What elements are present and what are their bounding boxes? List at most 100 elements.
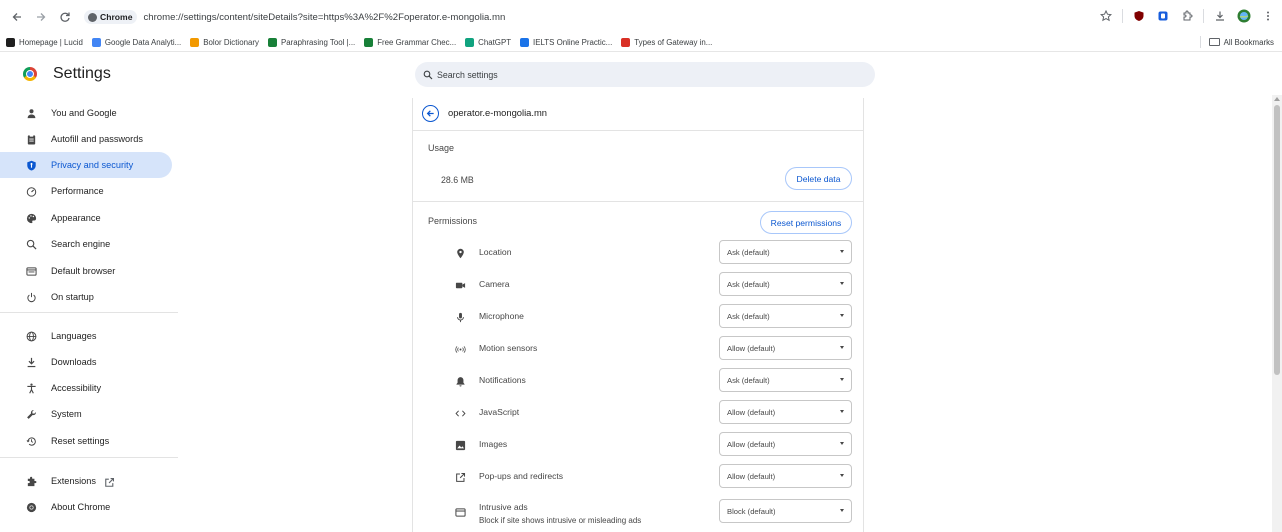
bookmark-star-icon[interactable] xyxy=(1098,8,1114,24)
sidebar-item-you-and-google[interactable]: You and Google xyxy=(14,100,172,126)
sidebar-item-label: Performance xyxy=(51,186,104,196)
bookmark-item[interactable]: ChatGPT xyxy=(465,37,512,47)
permission-row-microphone: Microphone Ask (default) xyxy=(413,301,863,333)
back-button[interactable] xyxy=(422,105,439,122)
more-menu-icon[interactable] xyxy=(1260,8,1276,24)
permission-select-value: Ask (default) xyxy=(727,279,770,289)
bookmark-item[interactable]: Free Grammar Chec... xyxy=(364,37,457,47)
profile-avatar-icon[interactable] xyxy=(1236,8,1252,24)
url-text[interactable]: chrome://settings/content/siteDetails?si… xyxy=(143,12,505,23)
bookmark-item[interactable]: Google Data Analyti... xyxy=(91,37,182,47)
back-arrow-icon xyxy=(426,110,434,117)
sidebar-item-accessibility[interactable]: Accessibility xyxy=(14,375,172,401)
permission-label: Microphone xyxy=(479,311,524,321)
sidebar-item-label: Reset settings xyxy=(51,436,110,446)
permission-select-images[interactable]: Allow (default) xyxy=(719,432,852,456)
download-icon xyxy=(25,356,37,368)
settings-sidebar: You and Google Autofill and passwords Priv… xyxy=(0,98,180,532)
delete-data-button[interactable]: Delete data xyxy=(785,167,852,190)
sidebar-item-performance[interactable]: Performance xyxy=(14,178,172,204)
back-arrow-icon[interactable] xyxy=(6,6,28,28)
location-pin-icon xyxy=(453,246,467,260)
sidebar-item-downloads[interactable]: Downloads xyxy=(14,349,172,375)
divider xyxy=(413,201,863,202)
sidebar-item-extensions[interactable]: Extensions xyxy=(14,468,172,494)
bookmark-label: Homepage | Lucid xyxy=(19,37,83,47)
permission-select-javascript[interactable]: Allow (default) xyxy=(719,400,852,424)
page-scrollbar[interactable] xyxy=(1272,95,1282,532)
permission-label: Notifications xyxy=(479,375,526,385)
ublock-extension-icon[interactable] xyxy=(1131,8,1147,24)
permission-select-microphone[interactable]: Ask (default) xyxy=(719,304,852,328)
scrollbar-thumb[interactable] xyxy=(1274,105,1280,375)
dropdown-caret-icon xyxy=(840,250,844,253)
sidebar-item-about-chrome[interactable]: About Chrome xyxy=(14,494,172,520)
bitwarden-extension-icon[interactable] xyxy=(1155,8,1171,24)
site-info-chip-label: Chrome xyxy=(100,12,133,22)
site-name: operator.e-mongolia.mn xyxy=(448,107,548,118)
permission-label: Camera xyxy=(479,279,510,289)
bookmark-favicon-icon xyxy=(364,37,374,47)
permission-select-intrusive-ads[interactable]: Block (default) xyxy=(719,499,852,523)
permissions-heading: Permissions xyxy=(428,216,478,226)
permission-select-notifications[interactable]: Ask (default) xyxy=(719,368,852,392)
permission-select-camera[interactable]: Ask (default) xyxy=(719,272,852,296)
permission-select-value: Ask (default) xyxy=(727,311,770,321)
sidebar-item-on-startup[interactable]: On startup xyxy=(14,284,172,310)
bookmark-label: ChatGPT xyxy=(478,37,512,47)
permission-select-pop-ups-and-redirects[interactable]: Allow (default) xyxy=(719,464,852,488)
bookmark-item[interactable]: Types of Gateway in... xyxy=(621,37,712,47)
search-settings-input[interactable] xyxy=(437,69,817,80)
sidebar-item-label: Accessibility xyxy=(51,383,102,393)
permission-sublabel: Block if site shows intrusive or mislead… xyxy=(479,516,642,525)
toolbar-separator xyxy=(1122,9,1123,23)
bookmark-favicon-icon xyxy=(91,37,101,47)
sidebar-item-reset-settings[interactable]: Reset settings xyxy=(14,428,172,454)
permission-select-location[interactable]: Ask (default) xyxy=(719,240,852,264)
extensions-puzzle-icon[interactable] xyxy=(1179,8,1195,24)
bookmark-item[interactable]: Bolor Dictionary xyxy=(190,37,259,47)
bookmarks-separator xyxy=(1199,36,1201,48)
search-settings-box[interactable] xyxy=(415,62,875,87)
permission-row-location: Location Ask (default) xyxy=(413,237,863,269)
reset-permissions-button[interactable]: Reset permissions xyxy=(760,211,852,234)
globe-icon xyxy=(25,330,37,342)
bookmark-item[interactable]: Paraphrasing Tool |... xyxy=(267,37,355,47)
sidebar-item-autofill-and-passwords[interactable]: Autofill and passwords xyxy=(14,126,172,152)
bookmark-item[interactable]: IELTS Online Practic... xyxy=(520,37,612,47)
page-title: Settings xyxy=(53,65,111,82)
reload-icon[interactable] xyxy=(54,6,76,28)
permission-select-value: Allow (default) xyxy=(727,407,776,417)
all-bookmarks-button[interactable]: All Bookmarks xyxy=(1199,36,1274,48)
search-icon xyxy=(25,238,37,250)
all-bookmarks-label: All Bookmarks xyxy=(1223,37,1274,47)
bookmark-label: Google Data Analyti... xyxy=(104,37,182,47)
permission-select-motion-sensors[interactable]: Allow (default) xyxy=(719,336,852,360)
sidebar-item-default-browser[interactable]: Default browser xyxy=(14,258,172,284)
scroll-up-arrow-icon[interactable] xyxy=(1274,97,1280,101)
sidebar-item-search-engine[interactable]: Search engine xyxy=(14,231,172,257)
clipboard-icon xyxy=(25,133,37,145)
sidebar-item-privacy-and-security[interactable]: Privacy and security xyxy=(0,152,172,178)
browser-toolbar: Chrome chrome://settings/content/siteDet… xyxy=(0,0,1282,33)
chrome-logo-icon xyxy=(23,67,37,81)
bookmark-item[interactable]: Homepage | Lucid xyxy=(6,37,83,47)
settings-header: Settings xyxy=(0,53,1282,95)
dropdown-caret-icon xyxy=(840,442,844,445)
address-bar[interactable]: Chrome chrome://settings/content/siteDet… xyxy=(84,6,1104,28)
dropdown-caret-icon xyxy=(840,282,844,285)
permission-row-javascript: JavaScript Allow (default) xyxy=(413,397,863,429)
sidebar-item-label: Default browser xyxy=(51,266,116,276)
bookmark-favicon-icon xyxy=(520,37,530,47)
sidebar-item-languages[interactable]: Languages xyxy=(14,323,172,349)
bookmark-label: Free Grammar Chec... xyxy=(377,37,457,47)
downloads-icon[interactable] xyxy=(1212,8,1228,24)
sidebar-item-appearance[interactable]: Appearance xyxy=(14,205,172,231)
sidebar-item-system[interactable]: System xyxy=(14,401,172,427)
sidebar-item-label: Privacy and security xyxy=(51,160,134,170)
bookmark-favicon-icon xyxy=(621,37,631,47)
site-info-chip[interactable]: Chrome xyxy=(84,10,138,24)
shield-icon xyxy=(25,159,37,171)
popup-icon xyxy=(453,470,467,484)
forward-arrow-icon[interactable] xyxy=(30,6,52,28)
